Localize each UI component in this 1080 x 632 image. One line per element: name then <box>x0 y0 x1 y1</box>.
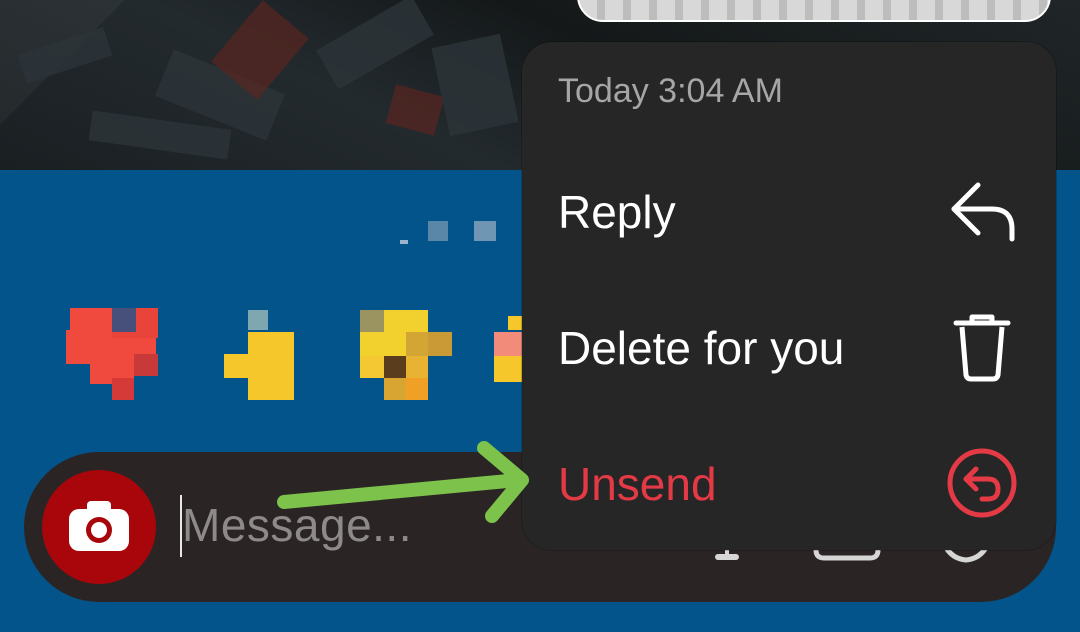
menu-item-label: Reply <box>558 186 676 238</box>
blurred-text <box>428 221 448 241</box>
annotation-arrow-icon <box>277 441 529 523</box>
menu-item-delete-for-you[interactable]: Delete for you <box>522 286 1056 406</box>
trash-icon <box>953 314 1011 382</box>
blurred-text <box>400 240 408 244</box>
menu-item-label: Delete for you <box>558 322 845 374</box>
reply-arrow-icon <box>951 182 1015 242</box>
chat-screen: Message... Today 3:04 AM Reply Delete fo… <box>0 0 1080 632</box>
heart-reaction-icon[interactable] <box>66 308 160 400</box>
camera-icon <box>69 501 129 551</box>
unsend-circle-icon <box>947 448 1017 518</box>
blurred-text <box>474 221 496 241</box>
emoji-reaction-icon[interactable] <box>494 316 522 382</box>
menu-item-label: Unsend <box>558 458 717 510</box>
laughing-reaction-icon[interactable] <box>360 310 452 402</box>
message-timestamp: Today 3:04 AM <box>558 72 783 110</box>
menu-item-unsend[interactable]: Unsend <box>522 422 1056 542</box>
message-photo[interactable] <box>577 0 1051 22</box>
camera-button[interactable] <box>42 470 156 584</box>
message-context-menu: Today 3:04 AM Reply Delete for you Unsen… <box>522 42 1056 550</box>
menu-item-reply[interactable]: Reply <box>522 150 1056 270</box>
thumbs-up-reaction-icon[interactable] <box>224 310 296 400</box>
